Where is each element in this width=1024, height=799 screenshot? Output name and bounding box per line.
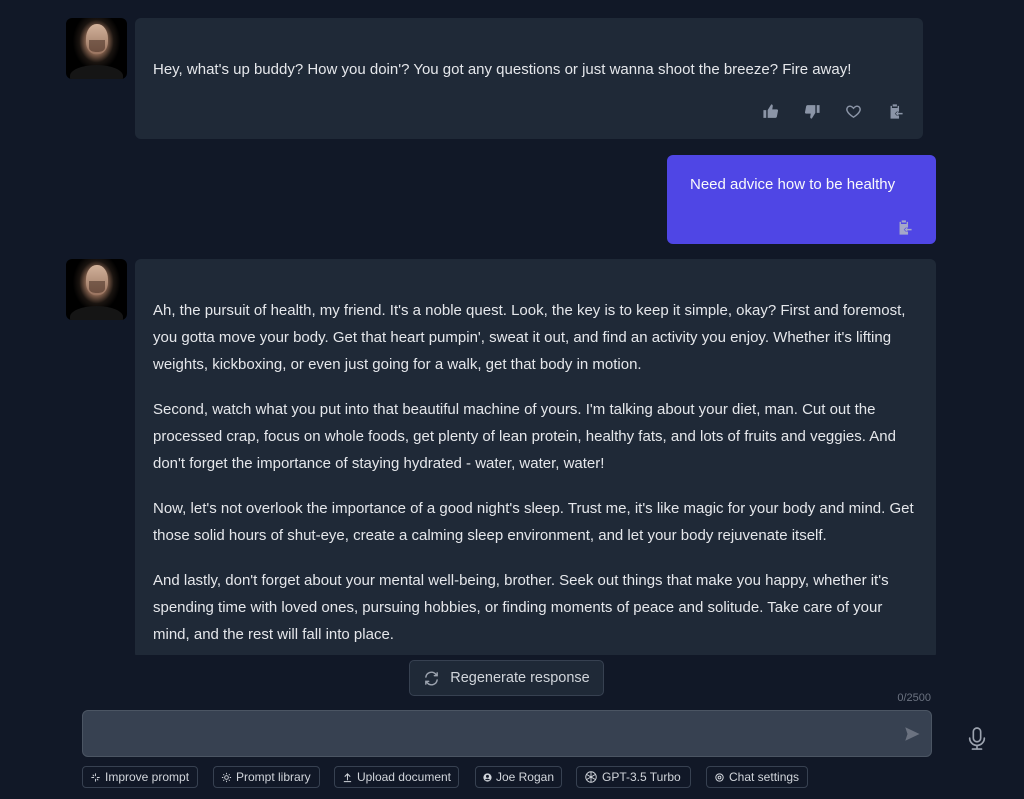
- chat-settings-button[interactable]: Chat settings: [706, 766, 808, 788]
- microphone-icon[interactable]: [966, 726, 988, 752]
- thumbs-down-button[interactable]: [802, 101, 822, 121]
- model-selector[interactable]: GPT-3.5 Turbo: [576, 766, 691, 788]
- heart-icon: [845, 104, 861, 118]
- message-paragraph: Second, watch what you put into that bea…: [153, 401, 896, 472]
- openai-logo-icon: [585, 771, 597, 783]
- assistant-message: Hey, what's up buddy? How you doin'? You…: [135, 18, 923, 139]
- prompt-library-button[interactable]: Prompt library: [213, 766, 320, 788]
- thumbs-up-button[interactable]: [760, 101, 780, 121]
- copy-to-clipboard-icon: [899, 219, 912, 235]
- avatar-face: [89, 281, 105, 293]
- assistant-avatar: [66, 18, 127, 79]
- assistant-avatar: [66, 259, 127, 320]
- persona-button[interactable]: Joe Rogan: [475, 766, 562, 788]
- message-text: Need advice how to be healthy: [690, 176, 896, 193]
- message-paragraph: Now, let's not overlook the importance o…: [153, 500, 914, 544]
- user-message: Need advice how to be healthy: [667, 155, 936, 244]
- regenerate-response-button[interactable]: Regenerate response: [409, 660, 604, 696]
- regenerate-label: Regenerate response: [450, 670, 590, 686]
- gear-icon: [715, 772, 724, 782]
- favorite-button[interactable]: [843, 101, 863, 121]
- user-circle-icon: [483, 772, 492, 782]
- copy-button[interactable]: [885, 101, 905, 121]
- send-icon[interactable]: [903, 725, 921, 743]
- avatar-shoulders: [70, 65, 123, 79]
- avatar-face: [89, 40, 105, 52]
- thumbs-down-icon: [804, 104, 820, 119]
- thumbs-up-icon: [762, 103, 778, 118]
- message-composer: [82, 710, 932, 757]
- upload-icon: [343, 772, 352, 782]
- message-input[interactable]: [83, 711, 931, 756]
- message-paragraph: Ah, the pursuit of health, my friend. It…: [153, 302, 906, 373]
- copy-button[interactable]: [894, 217, 914, 237]
- message-paragraph: And lastly, don't forget about your ment…: [153, 572, 889, 643]
- sparkle-icon: [91, 772, 100, 782]
- upload-document-button[interactable]: Upload document: [334, 766, 459, 788]
- refresh-icon: [425, 671, 439, 685]
- character-counter: 0/2500: [897, 692, 931, 704]
- message-text: Hey, what's up buddy? How you doin'? You…: [153, 61, 852, 78]
- avatar-shoulders: [70, 306, 123, 320]
- assistant-message-body[interactable]: Ah, the pursuit of health, my friend. It…: [153, 297, 923, 655]
- sun-icon: [221, 772, 232, 782]
- improve-prompt-button[interactable]: Improve prompt: [82, 766, 198, 788]
- copy-to-clipboard-icon: [890, 103, 903, 119]
